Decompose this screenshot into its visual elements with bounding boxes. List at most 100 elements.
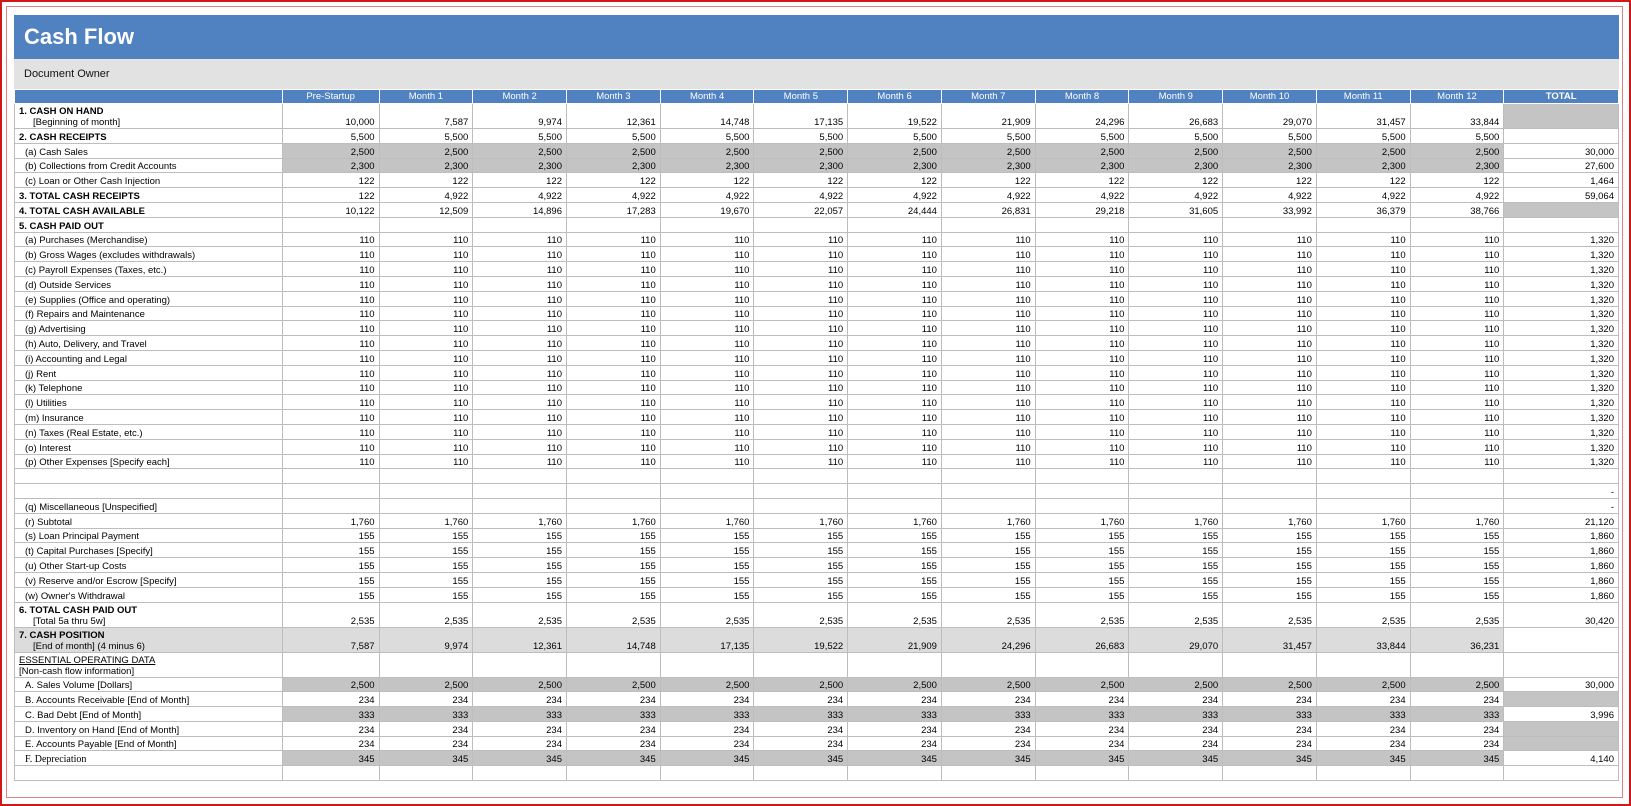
- value-cell[interactable]: 110: [1034, 290, 1130, 307]
- row-label[interactable]: (f) Repairs and Maintenance: [14, 305, 283, 322]
- value-cell[interactable]: [1034, 765, 1130, 782]
- value-cell[interactable]: 333: [281, 706, 380, 722]
- value-cell[interactable]: 155: [472, 557, 567, 573]
- value-cell[interactable]: 234: [472, 735, 567, 752]
- value-cell[interactable]: 2,535: [659, 601, 755, 628]
- value-cell[interactable]: 110: [1034, 231, 1130, 248]
- value-cell[interactable]: 234: [1222, 720, 1317, 737]
- total-cell[interactable]: 1,320: [1503, 409, 1619, 425]
- value-cell[interactable]: 155: [753, 557, 849, 573]
- value-cell[interactable]: 2,500: [1128, 142, 1224, 159]
- value-cell[interactable]: 110: [1128, 364, 1224, 381]
- value-cell[interactable]: 110: [566, 246, 661, 263]
- value-cell[interactable]: 4,922: [659, 187, 755, 203]
- value-cell[interactable]: [1315, 497, 1411, 514]
- value-cell[interactable]: 110: [847, 261, 942, 277]
- value-cell[interactable]: 234: [566, 735, 661, 752]
- value-cell[interactable]: 2,500: [472, 142, 567, 159]
- value-cell[interactable]: 155: [659, 542, 755, 559]
- value-cell[interactable]: 110: [1315, 275, 1411, 292]
- value-cell[interactable]: 333: [753, 706, 849, 722]
- value-cell[interactable]: 19,522: [847, 103, 942, 129]
- value-cell[interactable]: 5,500: [378, 128, 474, 144]
- value-cell[interactable]: 155: [847, 586, 942, 603]
- value-cell[interactable]: 110: [1315, 231, 1411, 248]
- value-cell[interactable]: 110: [1128, 231, 1224, 248]
- value-cell[interactable]: 110: [940, 305, 1036, 322]
- value-cell[interactable]: 110: [1315, 335, 1411, 351]
- total-cell[interactable]: 30,000: [1503, 676, 1619, 693]
- value-cell[interactable]: 155: [659, 586, 755, 603]
- total-cell[interactable]: 4,140: [1503, 750, 1619, 767]
- value-cell[interactable]: 110: [847, 349, 942, 366]
- value-cell[interactable]: 110: [1409, 261, 1505, 277]
- value-cell[interactable]: 110: [659, 275, 755, 292]
- value-cell[interactable]: 234: [1034, 720, 1130, 737]
- value-cell[interactable]: 110: [472, 453, 567, 470]
- value-cell[interactable]: 110: [659, 305, 755, 322]
- value-cell[interactable]: 2,500: [1222, 142, 1317, 159]
- value-cell[interactable]: 110: [281, 438, 380, 455]
- value-cell[interactable]: [378, 765, 474, 782]
- value-cell[interactable]: 2,535: [1409, 601, 1505, 628]
- row-label[interactable]: (e) Supplies (Office and operating): [14, 290, 283, 307]
- column-header[interactable]: TOTAL: [1503, 89, 1619, 104]
- value-cell[interactable]: 110: [281, 349, 380, 366]
- row-label[interactable]: (t) Capital Purchases [Specify]: [14, 542, 283, 559]
- value-cell[interactable]: 110: [1409, 423, 1505, 440]
- value-cell[interactable]: 17,283: [566, 201, 661, 218]
- value-cell[interactable]: 234: [659, 720, 755, 737]
- total-cell[interactable]: 1,464: [1503, 172, 1619, 189]
- value-cell[interactable]: 110: [566, 305, 661, 322]
- value-cell[interactable]: 110: [1315, 305, 1411, 322]
- value-cell[interactable]: 110: [753, 261, 849, 277]
- value-cell[interactable]: 4,922: [1034, 187, 1130, 203]
- total-cell[interactable]: 1,860: [1503, 586, 1619, 603]
- total-cell[interactable]: 1,320: [1503, 335, 1619, 351]
- value-cell[interactable]: 5,500: [1409, 128, 1505, 144]
- value-cell[interactable]: 110: [659, 394, 755, 411]
- value-cell[interactable]: 155: [659, 557, 755, 573]
- value-cell[interactable]: 110: [1034, 275, 1130, 292]
- value-cell[interactable]: 234: [566, 720, 661, 737]
- value-cell[interactable]: 155: [1222, 557, 1317, 573]
- value-cell[interactable]: 29,070: [1128, 626, 1224, 653]
- value-cell[interactable]: [659, 216, 755, 233]
- value-cell[interactable]: 155: [1409, 571, 1505, 588]
- value-cell[interactable]: 155: [659, 527, 755, 544]
- column-header[interactable]: Month 2: [472, 89, 567, 104]
- row-label[interactable]: [14, 483, 283, 499]
- total-cell[interactable]: 1,320: [1503, 423, 1619, 440]
- value-cell[interactable]: 345: [940, 750, 1036, 767]
- value-cell[interactable]: 110: [753, 394, 849, 411]
- value-cell[interactable]: 110: [753, 246, 849, 263]
- value-cell[interactable]: [1128, 468, 1224, 485]
- value-cell[interactable]: 110: [1222, 409, 1317, 425]
- value-cell[interactable]: 110: [659, 409, 755, 425]
- value-cell[interactable]: [1034, 483, 1130, 499]
- value-cell[interactable]: [1128, 497, 1224, 514]
- row-label[interactable]: (u) Other Start-up Costs: [14, 557, 283, 573]
- value-cell[interactable]: 4,922: [847, 187, 942, 203]
- value-cell[interactable]: 234: [281, 735, 380, 752]
- value-cell[interactable]: 7,587: [281, 626, 380, 653]
- value-cell[interactable]: 2,300: [1128, 157, 1224, 174]
- value-cell[interactable]: 155: [753, 527, 849, 544]
- value-cell[interactable]: 110: [847, 438, 942, 455]
- value-cell[interactable]: [1034, 216, 1130, 233]
- value-cell[interactable]: 2,500: [659, 142, 755, 159]
- total-cell[interactable]: 1,860: [1503, 527, 1619, 544]
- value-cell[interactable]: 31,457: [1222, 626, 1317, 653]
- value-cell[interactable]: 110: [566, 335, 661, 351]
- value-cell[interactable]: 155: [847, 557, 942, 573]
- value-cell[interactable]: 110: [847, 320, 942, 337]
- value-cell[interactable]: [472, 497, 567, 514]
- row-label[interactable]: (d) Outside Services: [14, 275, 283, 292]
- value-cell[interactable]: 19,670: [659, 201, 755, 218]
- row-label[interactable]: A. Sales Volume [Dollars]: [14, 676, 283, 693]
- value-cell[interactable]: 110: [472, 335, 567, 351]
- value-cell[interactable]: 110: [1409, 231, 1505, 248]
- row-label[interactable]: (a) Purchases (Merchandise): [14, 231, 283, 248]
- value-cell[interactable]: 110: [847, 290, 942, 307]
- value-cell[interactable]: 345: [472, 750, 567, 767]
